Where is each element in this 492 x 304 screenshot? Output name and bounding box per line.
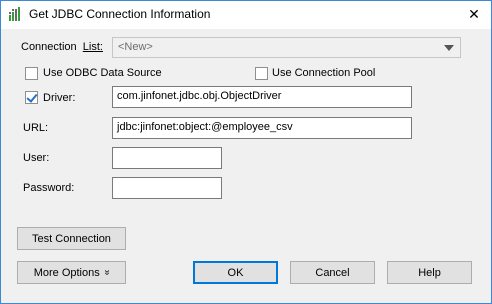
driver-checkbox[interactable] — [25, 91, 38, 104]
connection-label-suffix: List: — [82, 41, 103, 53]
driver-field[interactable]: com.jinfonet.jdbc.obj.ObjectDriver — [112, 86, 412, 108]
url-field[interactable]: jdbc:jinfonet:object:@employee_csv — [112, 117, 412, 139]
user-label: User: — [23, 152, 50, 164]
chevron-down-icon[interactable] — [444, 45, 454, 51]
close-button[interactable]: ✕ — [459, 2, 489, 26]
connection-pool-checkbox[interactable] — [255, 67, 268, 80]
cancel-label: Cancel — [315, 266, 350, 279]
connection-label-prefix: Connection — [21, 41, 77, 53]
odbc-checkbox[interactable] — [25, 67, 38, 80]
test-connection-button[interactable]: Test Connection — [17, 227, 126, 250]
connection-pool-label: Use Connection Pool — [272, 67, 376, 79]
connection-list-value: <New> — [118, 41, 153, 53]
title-bar: Get JDBC Connection Information ✕ — [1, 1, 491, 29]
connection-list-label: Connection List: — [21, 41, 103, 53]
ok-label: OK — [227, 266, 244, 279]
password-label: Password: — [23, 182, 75, 194]
odbc-label: Use ODBC Data Source — [43, 67, 162, 79]
driver-label: Driver: — [43, 92, 76, 104]
more-options-label: More Options — [33, 266, 100, 279]
cancel-button[interactable]: Cancel — [290, 261, 375, 284]
url-label: URL: — [23, 122, 49, 134]
password-field[interactable] — [112, 177, 222, 199]
help-label: Help — [418, 266, 441, 279]
connection-list-select[interactable]: <New> — [112, 37, 461, 58]
more-options-button[interactable]: More Options » — [17, 261, 126, 284]
double-chevron-down-icon: » — [101, 269, 113, 276]
ok-button[interactable]: OK — [193, 261, 278, 284]
test-connection-label: Test Connection — [32, 232, 111, 245]
app-bars-icon — [9, 7, 20, 21]
close-icon: ✕ — [468, 5, 480, 22]
help-button[interactable]: Help — [387, 261, 472, 284]
dialog-window: Get JDBC Connection Information ✕ Connec… — [0, 0, 492, 304]
dialog-title: Get JDBC Connection Information — [29, 7, 211, 21]
user-field[interactable] — [112, 147, 222, 169]
